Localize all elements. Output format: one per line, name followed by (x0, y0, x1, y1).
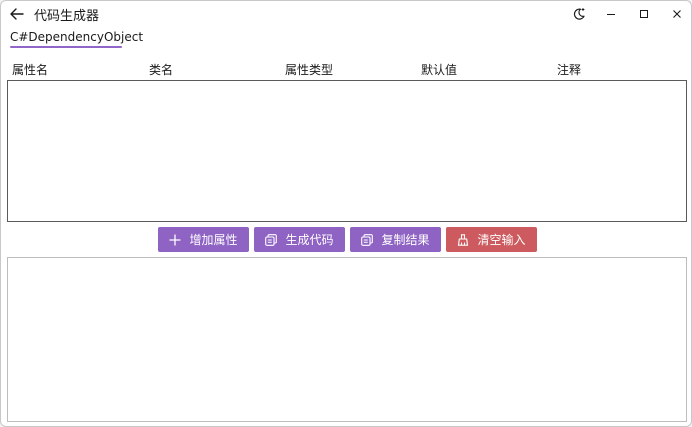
theme-toggle-button[interactable] (563, 1, 595, 27)
app-window: 代码生成器 C#DependencyObject 属性名 类名 属性类型 默认值 (0, 0, 692, 427)
clear-input-label: 清空输入 (477, 233, 526, 247)
window-title: 代码生成器 (34, 9, 100, 24)
generate-code-button[interactable]: 生成代码 (254, 227, 345, 252)
add-property-button[interactable]: 增加属性 (158, 227, 249, 252)
code-output-area[interactable] (7, 257, 687, 422)
minimize-button[interactable] (595, 1, 627, 27)
add-property-label: 增加属性 (189, 233, 238, 247)
eraser-icon (458, 233, 469, 246)
column-header-default-value: 默认值 (421, 63, 458, 77)
maximize-icon (640, 10, 648, 18)
copy-result-button[interactable]: 复制结果 (350, 227, 441, 252)
plus-icon (169, 234, 181, 245)
copy-result-label: 复制结果 (381, 233, 430, 247)
close-button[interactable] (661, 1, 691, 27)
copy-icon (361, 233, 374, 246)
column-header-class-name: 类名 (149, 63, 174, 77)
column-header-property-type: 属性类型 (285, 63, 334, 77)
column-header-property-name: 属性名 (12, 63, 49, 77)
tab-selected-indicator (10, 46, 122, 48)
minimize-icon (607, 14, 615, 15)
property-input-area[interactable] (7, 80, 687, 222)
tab-dependency-object[interactable]: C#DependencyObject (10, 30, 143, 44)
clear-input-button[interactable]: 清空输入 (446, 227, 537, 252)
copy-icon (265, 233, 278, 246)
maximize-button[interactable] (628, 1, 660, 27)
back-button[interactable] (7, 4, 27, 24)
close-icon (673, 10, 681, 18)
title-bar: 代码生成器 (1, 1, 691, 27)
column-header-comment: 注释 (557, 63, 582, 77)
back-arrow-icon (10, 8, 24, 20)
generate-code-label: 生成代码 (285, 233, 334, 247)
moon-icon (573, 8, 585, 20)
